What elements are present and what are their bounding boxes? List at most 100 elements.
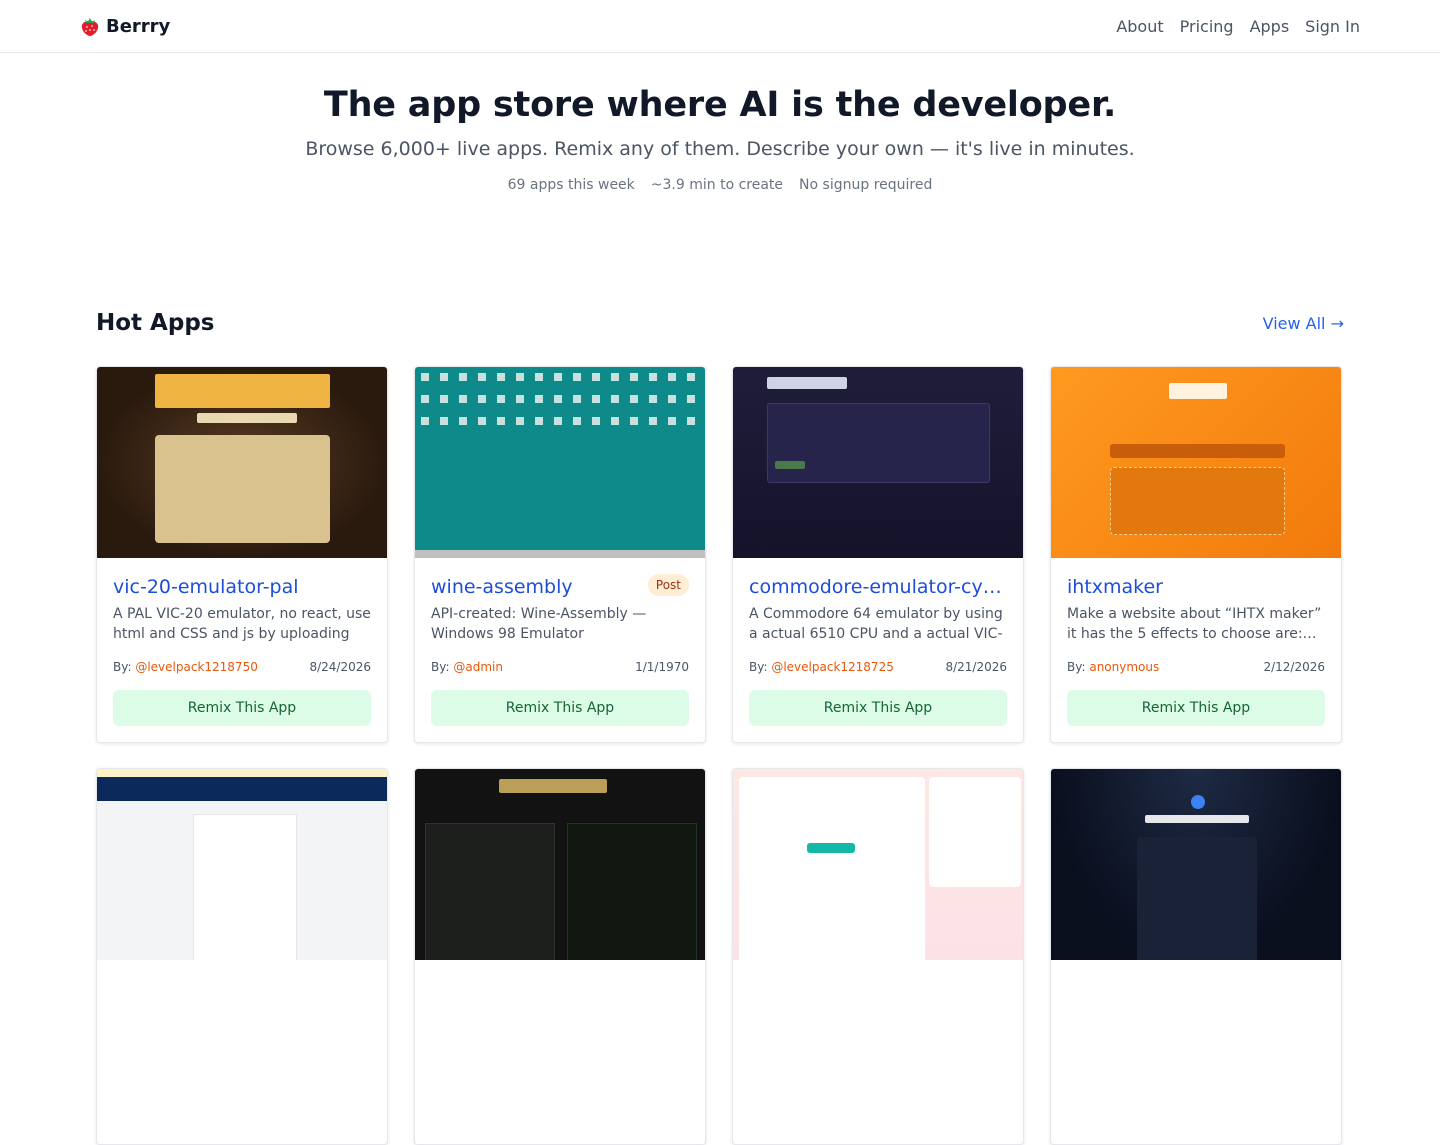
app-meta: By: @levelpack1218725 8/21/2026 bbox=[749, 660, 1007, 674]
card-body: vic-20-emulator-pal A PAL VIC-20 emulato… bbox=[97, 558, 387, 726]
app-card bbox=[414, 768, 706, 1145]
app-meta: By: @admin 1/1/1970 bbox=[431, 660, 689, 674]
thumbnail-login-box bbox=[193, 814, 297, 960]
thumbnail-note bbox=[155, 374, 330, 408]
app-author-line: By: @admin bbox=[431, 660, 503, 674]
nav-pricing[interactable]: Pricing bbox=[1180, 17, 1234, 36]
app-card: wine-assembly Post API-created: Wine-Ass… bbox=[414, 366, 706, 743]
thumbnail-panel bbox=[767, 403, 990, 483]
desktop-icon bbox=[687, 373, 695, 381]
app-author-link[interactable]: @levelpack1218725 bbox=[771, 660, 894, 674]
app-date: 8/24/2026 bbox=[309, 660, 371, 674]
thumbnail-screen bbox=[425, 823, 555, 960]
thumbnail-button bbox=[807, 843, 855, 853]
desktop-icon bbox=[592, 395, 600, 403]
by-label: By: bbox=[1067, 660, 1086, 674]
desktop-icon bbox=[630, 395, 638, 403]
app-card: ihtxmaker Make a website about “IHTX mak… bbox=[1050, 366, 1342, 743]
desktop-icon bbox=[649, 417, 657, 425]
nav-sign-in[interactable]: Sign In bbox=[1305, 17, 1360, 36]
stat-apps-this-week: 69 apps this week bbox=[507, 177, 635, 193]
desktop-icon bbox=[497, 417, 505, 425]
app-thumbnail[interactable] bbox=[1051, 367, 1341, 558]
top-nav-bar: Berrry About Pricing Apps Sign In bbox=[0, 0, 1440, 53]
brand-logo[interactable]: Berrry bbox=[80, 15, 170, 37]
desktop-icon bbox=[630, 417, 638, 425]
view-all-link[interactable]: View All → bbox=[1263, 314, 1344, 333]
thumbnail-taskbar bbox=[415, 550, 705, 558]
thumbnail-title-bar bbox=[197, 413, 297, 423]
app-card bbox=[1050, 768, 1342, 1145]
by-label: By: bbox=[431, 660, 450, 674]
thumbnail-dropzone bbox=[1110, 467, 1285, 535]
card-body: ihtxmaker Make a website about “IHTX mak… bbox=[1051, 558, 1341, 726]
remix-button[interactable]: Remix This App bbox=[749, 690, 1007, 726]
thumbnail-logo bbox=[1169, 383, 1227, 399]
app-description: A Commodore 64 emulator by using a actua… bbox=[749, 606, 1003, 642]
desktop-icon bbox=[611, 417, 619, 425]
app-thumbnail[interactable] bbox=[415, 769, 705, 960]
desktop-icon bbox=[668, 373, 676, 381]
thumbnail-form bbox=[1137, 837, 1257, 960]
hero-stats: 69 apps this week ~3.9 min to create No … bbox=[0, 177, 1440, 193]
desktop-icon bbox=[535, 417, 543, 425]
thumbnail-button bbox=[775, 461, 805, 469]
desktop-icon bbox=[459, 417, 467, 425]
desktop-icon bbox=[630, 373, 638, 381]
desktop-icon bbox=[592, 417, 600, 425]
thumbnail-title-bar bbox=[1145, 815, 1249, 823]
strawberry-icon bbox=[81, 18, 99, 36]
globe-icon bbox=[1191, 795, 1205, 809]
app-thumbnail[interactable] bbox=[415, 367, 705, 558]
app-author-link[interactable]: anonymous bbox=[1089, 660, 1159, 674]
thumbnail-panel bbox=[155, 435, 330, 543]
app-thumbnail[interactable] bbox=[97, 769, 387, 960]
app-date: 1/1/1970 bbox=[635, 660, 689, 674]
stat-create-time: ~3.9 min to create bbox=[650, 177, 784, 193]
desktop-icon bbox=[687, 417, 695, 425]
remix-button[interactable]: Remix This App bbox=[431, 690, 689, 726]
desktop-icon bbox=[497, 373, 505, 381]
app-thumbnail[interactable] bbox=[1051, 769, 1341, 960]
thumbnail-output bbox=[567, 823, 697, 960]
desktop-icon bbox=[687, 395, 695, 403]
desktop-icon bbox=[421, 373, 429, 381]
remix-button[interactable]: Remix This App bbox=[1067, 690, 1325, 726]
app-thumbnail[interactable] bbox=[97, 367, 387, 558]
app-date: 8/21/2026 bbox=[945, 660, 1007, 674]
desktop-icon bbox=[478, 395, 486, 403]
desktop-icon bbox=[535, 395, 543, 403]
app-card: vic-20-emulator-pal A PAL VIC-20 emulato… bbox=[96, 366, 388, 743]
desktop-icon bbox=[611, 373, 619, 381]
desktop-icon bbox=[478, 417, 486, 425]
thumbnail-strip bbox=[97, 769, 387, 777]
desktop-icon bbox=[421, 395, 429, 403]
desktop-icon bbox=[554, 373, 562, 381]
app-thumbnail[interactable] bbox=[733, 769, 1023, 960]
app-author-link[interactable]: @levelpack1218750 bbox=[135, 660, 258, 674]
app-author-line: By: @levelpack1218750 bbox=[113, 660, 258, 674]
desktop-icon bbox=[573, 373, 581, 381]
desktop-icon bbox=[535, 373, 543, 381]
hero-title: The app store where AI is the developer. bbox=[323, 85, 1117, 125]
app-card bbox=[96, 768, 388, 1145]
app-card bbox=[732, 768, 1024, 1145]
app-title-link[interactable]: ihtxmaker bbox=[1067, 576, 1325, 598]
desktop-icon bbox=[573, 395, 581, 403]
desktop-icon bbox=[516, 417, 524, 425]
remix-button[interactable]: Remix This App bbox=[113, 690, 371, 726]
desktop-icon bbox=[554, 417, 562, 425]
nav-apps[interactable]: Apps bbox=[1250, 17, 1290, 36]
brand-name: Berrry bbox=[106, 15, 171, 37]
desktop-icon bbox=[649, 373, 657, 381]
app-card: commodore-emulator-cycle-… A Commodore 6… bbox=[732, 366, 1024, 743]
nav-about[interactable]: About bbox=[1116, 17, 1163, 36]
desktop-icon bbox=[497, 395, 505, 403]
thumbnail-select bbox=[1110, 444, 1285, 458]
app-title-link[interactable]: commodore-emulator-cycle-… bbox=[749, 576, 1007, 598]
app-thumbnail[interactable] bbox=[733, 367, 1023, 558]
app-author-link[interactable]: @admin bbox=[453, 660, 503, 674]
by-label: By: bbox=[749, 660, 768, 674]
desktop-icon bbox=[668, 417, 676, 425]
app-title-link[interactable]: vic-20-emulator-pal bbox=[113, 576, 371, 598]
